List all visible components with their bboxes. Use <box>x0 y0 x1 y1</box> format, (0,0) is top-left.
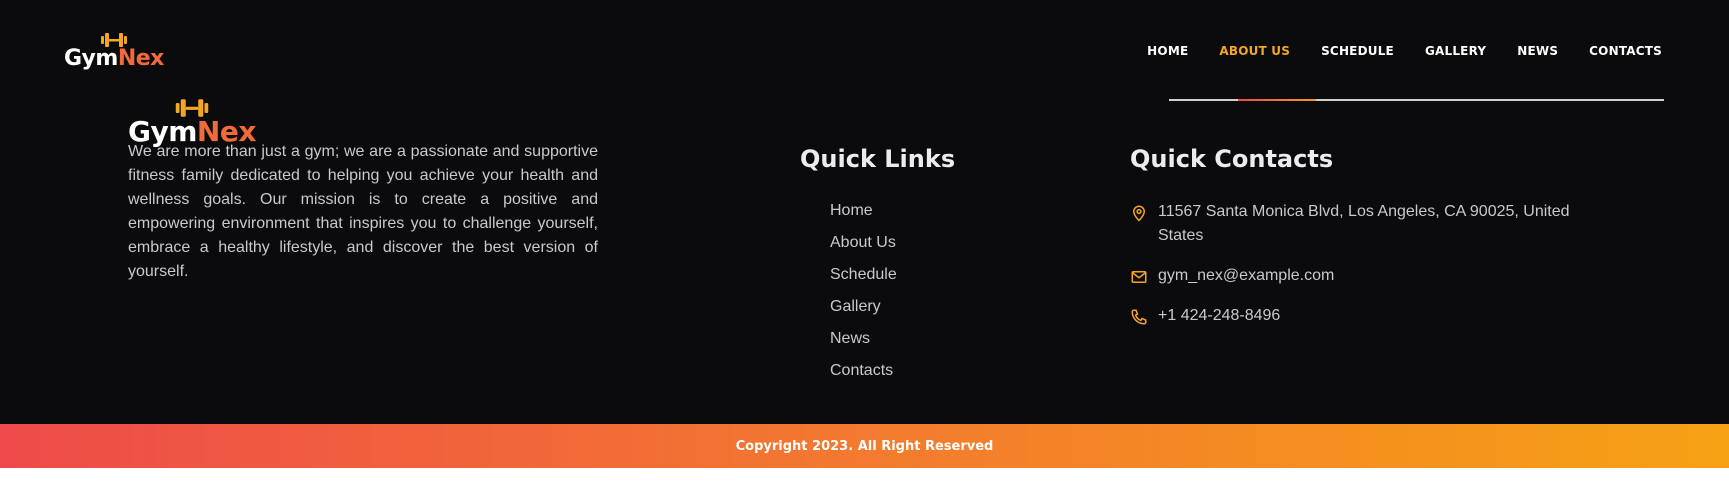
list-item: About Us <box>830 227 897 259</box>
nav-home[interactable]: HOME <box>1147 44 1188 58</box>
quick-link-contacts[interactable]: Contacts <box>830 362 893 380</box>
brand-nex: Nex <box>117 46 165 71</box>
email-link[interactable]: gym_nex@example.com <box>1158 264 1598 288</box>
list-item: Home <box>830 195 897 227</box>
main-nav: HOME ABOUT US SCHEDULE GALLERY NEWS CONT… <box>1116 44 1662 58</box>
list-item: Gallery <box>830 291 897 323</box>
about-text: We are more than just a gym; we are a pa… <box>128 143 598 280</box>
list-item: Schedule <box>830 259 897 291</box>
quick-link-news[interactable]: News <box>830 330 870 348</box>
contact-email[interactable]: gym_nex@example.com <box>1130 264 1598 294</box>
header-logo[interactable]: GymNex <box>64 32 164 70</box>
list-item: Contacts <box>830 355 897 387</box>
quick-link-gallery[interactable]: Gallery <box>830 298 881 316</box>
mail-icon <box>1130 264 1158 294</box>
quick-link-home[interactable]: Home <box>830 202 873 220</box>
nav-news[interactable]: NEWS <box>1517 44 1558 58</box>
copyright-text: Copyright 2023. All Right Reserved <box>735 438 994 454</box>
quick-link-schedule[interactable]: Schedule <box>830 266 897 284</box>
phone-icon <box>1130 304 1158 334</box>
contact-address: 11567 Santa Monica Blvd, Los Angeles, CA… <box>1130 200 1598 248</box>
nav-active-indicator <box>1238 99 1316 101</box>
nav-gallery[interactable]: GALLERY <box>1425 44 1486 58</box>
list-item: News <box>830 323 897 355</box>
nav-schedule[interactable]: SCHEDULE <box>1321 44 1394 58</box>
contact-phone[interactable]: +1 424-248-8496 <box>1130 304 1598 334</box>
address-text: 11567 Santa Monica Blvd, Los Angeles, CA… <box>1158 203 1570 244</box>
phone-link[interactable]: +1 424-248-8496 <box>1158 304 1598 328</box>
copyright-bar: Copyright 2023. All Right Reserved <box>0 424 1729 468</box>
page: GymNex HOME ABOUT US SCHEDULE GALLERY NE… <box>0 0 1729 494</box>
nav-about-us[interactable]: ABOUT US <box>1219 44 1290 58</box>
quick-links-list: Home About Us Schedule Gallery News Cont… <box>830 195 897 387</box>
nav-contacts[interactable]: CONTACTS <box>1589 44 1662 58</box>
quick-links-title: Quick Links <box>800 145 956 173</box>
location-pin-icon <box>1130 200 1158 230</box>
footer-logo[interactable]: GymNex <box>128 98 256 146</box>
quick-contacts-title: Quick Contacts <box>1130 145 1334 173</box>
quick-link-about-us[interactable]: About Us <box>830 234 896 252</box>
brand-gym: Gym <box>64 46 118 71</box>
